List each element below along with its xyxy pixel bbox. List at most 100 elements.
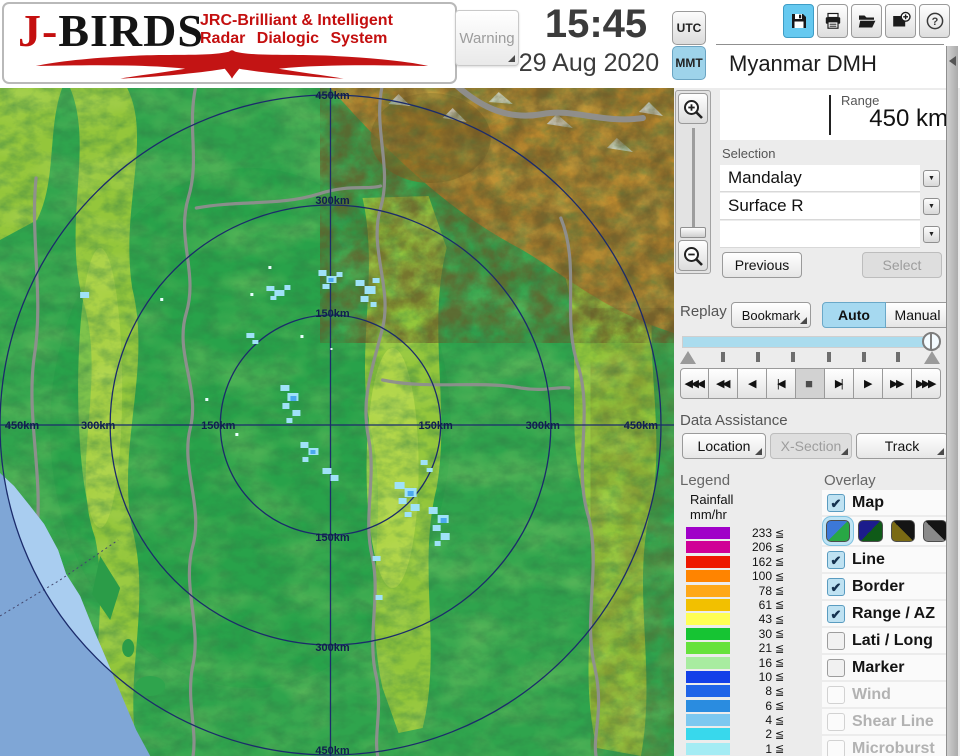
- overlay-item-shear-line: Shear Line: [822, 709, 947, 734]
- zoom-out-icon: [684, 246, 703, 266]
- legend-swatch: [686, 613, 730, 626]
- legend-row: 206 ≦: [686, 540, 784, 555]
- overlay-item-wind: Wind: [822, 682, 947, 707]
- overlay-item-marker[interactable]: Marker: [822, 655, 947, 680]
- fastest-forward-button[interactable]: ▶▶▶: [912, 368, 941, 399]
- add-image-icon: [892, 11, 911, 27]
- legend-swatch: [686, 527, 730, 539]
- rewind-button[interactable]: ◀◀: [709, 368, 738, 399]
- slider-start-marker: [680, 351, 696, 364]
- legend-value: 61: [758, 597, 772, 612]
- site-dropdown-button[interactable]: ▼: [923, 170, 940, 187]
- legend-value: 162: [751, 554, 772, 569]
- map-style-option-blue-green[interactable]: [826, 520, 851, 542]
- ring-label: 150km: [315, 532, 349, 544]
- checkbox-checked-icon[interactable]: ✔: [827, 604, 845, 623]
- overlay-item-label: Shear Line: [852, 712, 934, 730]
- warning-label: Warning: [459, 29, 515, 47]
- fast-rewind-button[interactable]: ◀◀◀: [680, 368, 709, 399]
- stop-button[interactable]: ■: [796, 368, 825, 399]
- overlay-item-label: Border: [852, 577, 905, 595]
- track-button[interactable]: Track: [856, 433, 948, 459]
- open-folder-button[interactable]: [851, 4, 882, 38]
- zoom-slider-track[interactable]: [692, 128, 695, 236]
- overlay-options: ✔ Map ✔ Line ✔ Border ✔ Range / AZ Lati / Lo…: [822, 490, 947, 756]
- checkbox-unchecked-icon[interactable]: [827, 631, 845, 650]
- bookmark-button[interactable]: Bookmark: [731, 302, 811, 328]
- tagline-line1: JRC-Brilliant & Intelligent: [200, 12, 393, 29]
- zoom-out-button[interactable]: [678, 240, 708, 271]
- checkbox-checked-icon[interactable]: ✔: [827, 550, 845, 569]
- site-dropdown-value[interactable]: Mandalay: [720, 165, 920, 192]
- fast-forward-button[interactable]: ▶▶: [883, 368, 912, 399]
- checkbox-unchecked-icon[interactable]: [827, 658, 845, 677]
- replay-slider-handle[interactable]: [922, 332, 941, 351]
- legend-value: 206: [751, 540, 772, 555]
- ring-label: 450km: [315, 90, 349, 102]
- step-forward-button[interactable]: ▶|: [825, 368, 854, 399]
- location-label: Location: [697, 438, 751, 454]
- ring-label: 300km: [526, 420, 560, 432]
- legend-value: 233: [751, 526, 772, 540]
- previous-button[interactable]: Previous: [722, 252, 802, 278]
- legend-swatch: [686, 570, 730, 583]
- replay-slider-track[interactable]: [682, 336, 940, 348]
- map-style-option-gray-black[interactable]: [922, 520, 947, 542]
- legend-section-label: Legend: [680, 472, 731, 489]
- xsection-button[interactable]: X-Section: [770, 433, 852, 459]
- overlay-item-label: Wind: [852, 685, 891, 703]
- product-dropdown-value[interactable]: Surface R: [720, 193, 920, 220]
- legend-unit-line1: Rainfall: [690, 492, 734, 507]
- mmt-toggle-button[interactable]: MMT: [672, 46, 706, 80]
- track-label: Track: [884, 438, 920, 454]
- map-style-option-navy-darkgreen[interactable]: [858, 520, 883, 542]
- lte-symbol: ≦: [775, 684, 785, 698]
- slider-tick: [896, 352, 900, 362]
- play-backward-button[interactable]: ◀: [738, 368, 767, 399]
- ring-label: 450km: [315, 745, 349, 756]
- manual-mode-button[interactable]: Manual: [886, 302, 950, 328]
- overlay-item-border[interactable]: ✔ Border: [822, 574, 947, 599]
- legend-swatch: [686, 742, 730, 755]
- legend-swatch: [686, 627, 730, 640]
- product-dropdown-button[interactable]: ▼: [923, 198, 940, 215]
- radar-map[interactable]: 450km 300km 150km 150km 300km 450km 450k…: [0, 88, 674, 756]
- step-back-button[interactable]: |◀: [767, 368, 796, 399]
- legend-value: 8: [765, 684, 772, 699]
- help-button[interactable]: ?: [919, 4, 950, 38]
- lte-symbol: ≦: [775, 612, 785, 626]
- panel-collapse-strip[interactable]: [946, 46, 958, 756]
- overlay-item-lati-long[interactable]: Lati / Long: [822, 628, 947, 653]
- open-folder-icon: [858, 15, 875, 28]
- lte-symbol: ≦: [775, 656, 785, 670]
- checkbox-checked-icon[interactable]: ✔: [827, 577, 845, 596]
- utc-toggle-button[interactable]: UTC: [672, 11, 706, 45]
- ring-label: 150km: [201, 420, 235, 432]
- lte-symbol: ≦: [775, 569, 785, 583]
- range-display: Range 450 km: [720, 90, 955, 140]
- extra-dropdown-value[interactable]: [720, 221, 920, 248]
- ring-label: 300km: [315, 195, 349, 207]
- legend-row: 2 ≦: [686, 727, 785, 741]
- legend-row: 78 ≦: [686, 584, 784, 598]
- overlay-item-range-az[interactable]: ✔ Range / AZ: [822, 601, 947, 626]
- save-button[interactable]: [783, 4, 814, 38]
- checkbox-checked-icon[interactable]: ✔: [827, 493, 845, 512]
- station-name: Myanmar DMH: [729, 51, 877, 76]
- overlay-item-line[interactable]: ✔ Line: [822, 547, 947, 572]
- legend-unit-line2: mm/hr: [690, 507, 727, 522]
- header-separator: [716, 44, 944, 45]
- map-style-option-olive-black[interactable]: [890, 520, 915, 542]
- add-image-button[interactable]: [885, 4, 916, 38]
- zoom-in-button[interactable]: [678, 93, 708, 124]
- lte-symbol: ≦: [775, 627, 785, 641]
- play-button[interactable]: ▶: [854, 368, 883, 399]
- zoom-slider-handle[interactable]: [680, 227, 706, 238]
- auto-mode-button[interactable]: Auto: [822, 302, 886, 328]
- select-button[interactable]: Select: [862, 252, 942, 278]
- lte-symbol: ≦: [775, 727, 785, 741]
- location-button[interactable]: Location: [682, 433, 766, 459]
- extra-dropdown-button[interactable]: ▼: [923, 226, 940, 243]
- print-button[interactable]: [817, 4, 848, 38]
- overlay-item-map[interactable]: ✔ Map: [822, 490, 947, 515]
